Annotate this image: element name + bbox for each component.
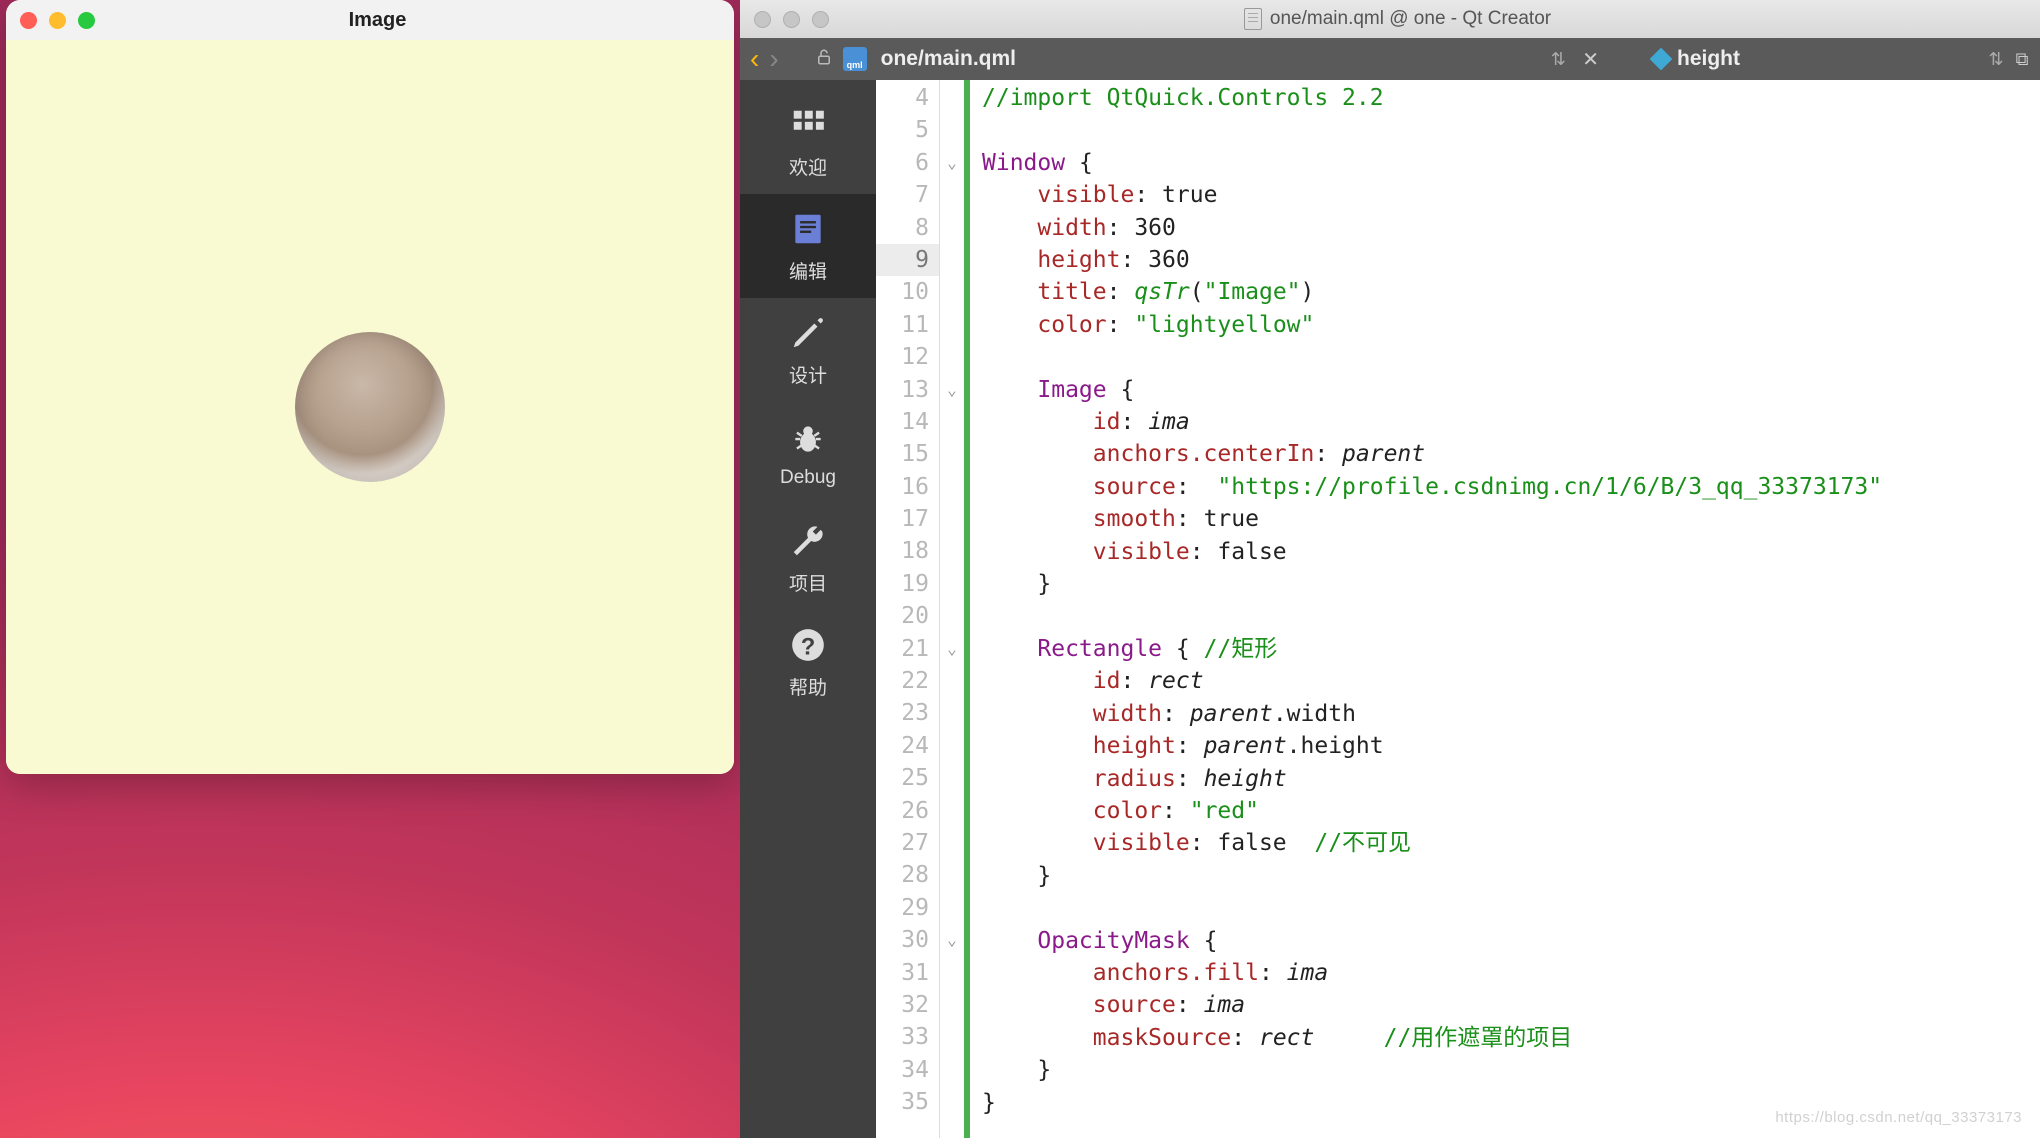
- file-path[interactable]: one/main.qml: [881, 47, 1016, 71]
- app-titlebar[interactable]: Image: [6, 0, 734, 40]
- nav-back-icon[interactable]: ‹: [750, 43, 759, 75]
- grid-icon: [788, 105, 828, 145]
- sidebar-item-label: 编辑: [789, 257, 827, 284]
- qt-toolbar: ‹ › qml one/main.qml ⇅ ✕ height ⇅ ⧉: [740, 38, 2040, 80]
- svg-text:?: ?: [801, 633, 816, 660]
- code-editor[interactable]: 4567891011121314151617181920212223242526…: [876, 80, 2040, 1138]
- sidebar-item-label: 帮助: [789, 673, 827, 700]
- sidebar-item-welcome[interactable]: 欢迎: [740, 90, 876, 194]
- sidebar-item-label: 欢迎: [789, 153, 827, 180]
- sidebar-item-debug[interactable]: Debug: [740, 402, 876, 506]
- sidebar-item-edit[interactable]: 编辑: [740, 194, 876, 298]
- sidebar-item-label: Debug: [780, 467, 836, 489]
- split-icon[interactable]: ⧉: [2014, 49, 2030, 70]
- bug-icon: [788, 419, 828, 459]
- watermark: https://blog.csdn.net/qq_33373173: [1775, 1109, 2022, 1126]
- avatar: [295, 332, 445, 482]
- updown-icon[interactable]: ⇅: [1988, 49, 2004, 70]
- qt-creator-window: one/main.qml @ one - Qt Creator ‹ › qml …: [740, 0, 2040, 1138]
- symbol-name: height: [1677, 47, 1740, 71]
- sidebar-item-label: 项目: [789, 569, 827, 596]
- document-icon: [1244, 8, 1262, 30]
- code-area[interactable]: //import QtQuick.Controls 2.2 Window { v…: [970, 80, 2040, 1138]
- qt-window-title: one/main.qml @ one - Qt Creator: [769, 8, 2026, 30]
- app-title: Image: [35, 9, 720, 32]
- qt-title-text: one/main.qml @ one - Qt Creator: [1270, 8, 1551, 30]
- app-content: [6, 40, 734, 774]
- mode-sidebar: 欢迎 编辑 设计 Debug: [740, 80, 876, 1138]
- fold-column[interactable]: ⌄⌄⌄⌄: [940, 80, 964, 1138]
- symbol-selector[interactable]: height: [1645, 47, 1748, 71]
- help-icon: ?: [788, 625, 828, 665]
- sidebar-item-project[interactable]: 项目: [740, 506, 876, 610]
- lock-icon[interactable]: [815, 48, 833, 71]
- app-window: Image: [6, 0, 734, 774]
- qml-file-icon: qml: [843, 47, 867, 71]
- pencil-icon: [788, 313, 828, 353]
- updown-icon[interactable]: ⇅: [1550, 49, 1566, 70]
- sidebar-item-help[interactable]: ? 帮助: [740, 610, 876, 714]
- edit-icon: [788, 209, 828, 249]
- nav-forward-icon[interactable]: ›: [769, 43, 778, 75]
- qt-titlebar[interactable]: one/main.qml @ one - Qt Creator: [740, 0, 2040, 38]
- wrench-icon: [788, 521, 828, 561]
- close-document-icon[interactable]: ✕: [1576, 47, 1605, 72]
- line-number-gutter[interactable]: 4567891011121314151617181920212223242526…: [876, 80, 940, 1138]
- diamond-icon: [1650, 48, 1673, 71]
- sidebar-item-design[interactable]: 设计: [740, 298, 876, 402]
- sidebar-item-label: 设计: [789, 361, 827, 388]
